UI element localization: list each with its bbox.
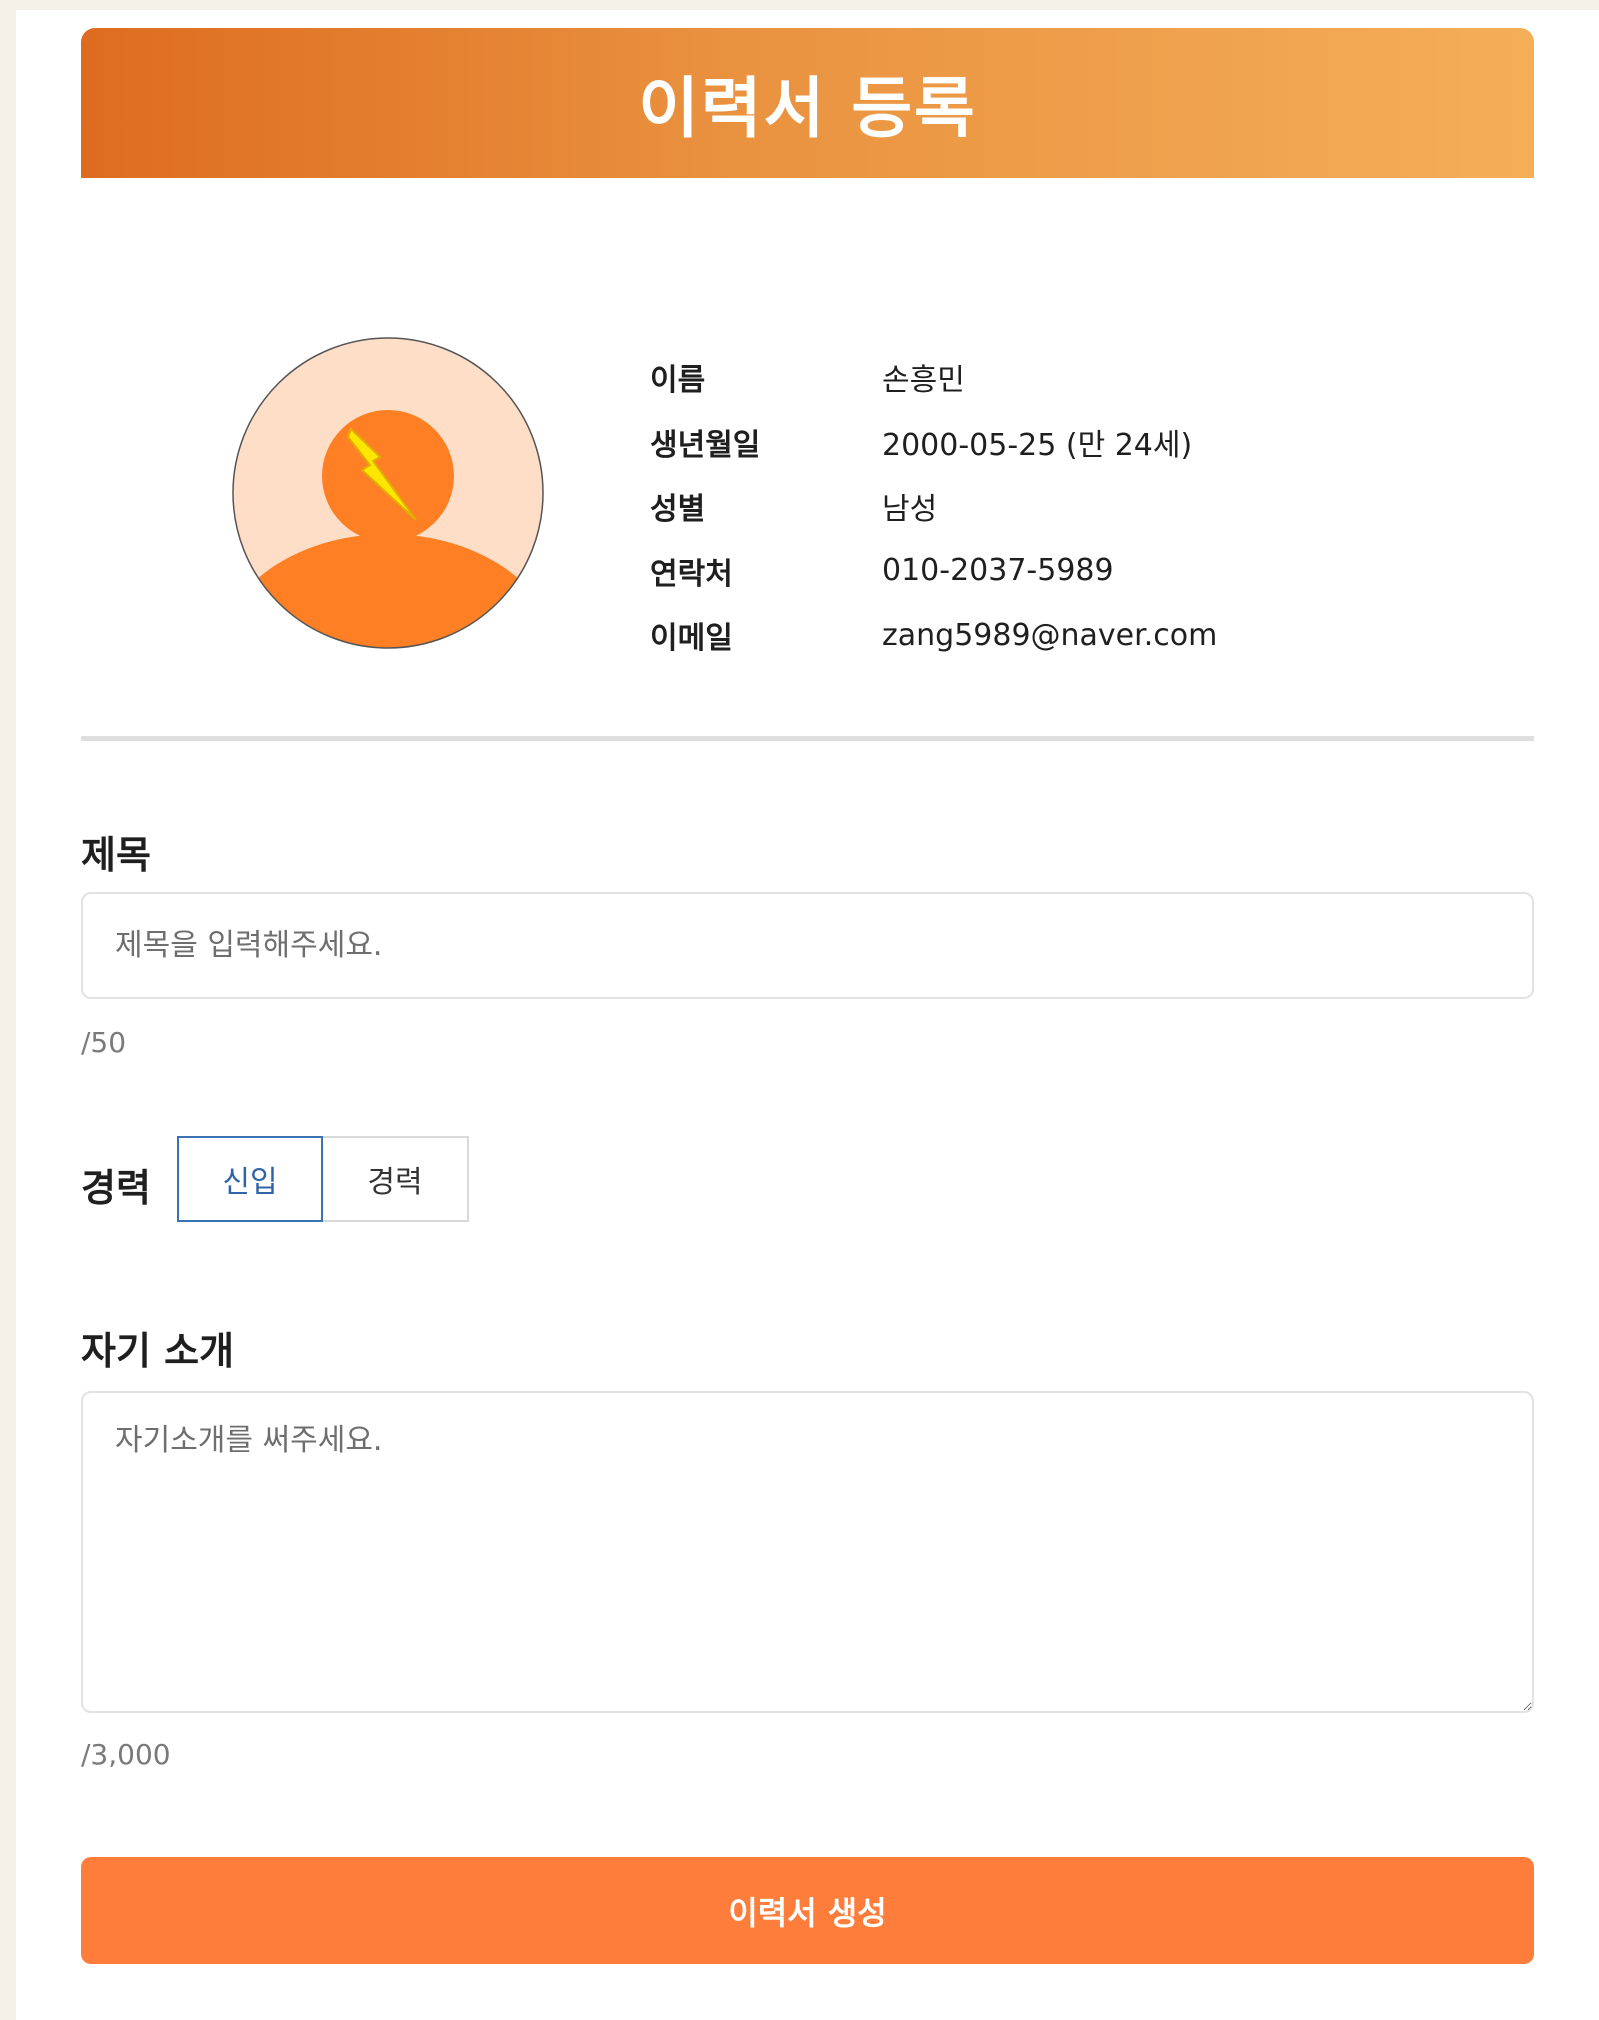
create-resume-button[interactable]: 이력서 생성: [81, 1857, 1534, 1964]
career-toggle-group: 신입 경력: [177, 1136, 469, 1222]
info-row-email: 이메일 zang5989@naver.com: [650, 603, 1217, 668]
gender-label: 성별: [650, 492, 706, 528]
email-value: zang5989@naver.com: [882, 617, 1218, 653]
info-row-birthdate: 생년월일 2000-05-25 (만 24세): [650, 410, 1217, 475]
profile-info: 이름 손흥민 생년월일 2000-05-25 (만 24세) 성별 남성 연락처…: [650, 345, 1217, 668]
resume-form-card: [16, 10, 1599, 2020]
title-input[interactable]: [81, 892, 1534, 999]
career-section-label: 경력: [81, 1166, 151, 1210]
section-divider: [81, 736, 1534, 741]
phone-value: 010-2037-5989: [882, 553, 1114, 589]
email-label: 이메일: [650, 621, 733, 657]
name-label: 이름: [650, 363, 706, 399]
gender-value: 남성: [882, 492, 938, 528]
profile-avatar: [232, 337, 544, 649]
page-title: 이력서 등록: [638, 70, 977, 147]
page-header: 이력서 등록: [81, 28, 1534, 178]
title-char-counter: /50: [81, 1026, 127, 1059]
career-option-experienced[interactable]: 경력: [323, 1136, 469, 1222]
name-value: 손흥민: [882, 363, 965, 399]
info-row-name: 이름 손흥민: [650, 345, 1217, 410]
info-row-phone: 연락처 010-2037-5989: [650, 539, 1217, 604]
phone-label: 연락처: [650, 556, 733, 592]
birthdate-value: 2000-05-25 (만 24세): [882, 427, 1193, 463]
self-introduction-textarea[interactable]: [81, 1391, 1534, 1713]
career-option-newcomer[interactable]: 신입: [177, 1136, 323, 1222]
info-row-gender: 성별 남성: [650, 474, 1217, 539]
lightning-avatar-icon: [232, 337, 544, 649]
profile-section: 이름 손흥민 생년월일 2000-05-25 (만 24세) 성별 남성 연락처…: [0, 325, 1583, 656]
title-section-label: 제목: [81, 833, 151, 877]
intro-section-label: 자기 소개: [81, 1329, 235, 1373]
intro-char-counter: /3,000: [81, 1738, 171, 1771]
birthdate-label: 생년월일: [650, 427, 761, 463]
